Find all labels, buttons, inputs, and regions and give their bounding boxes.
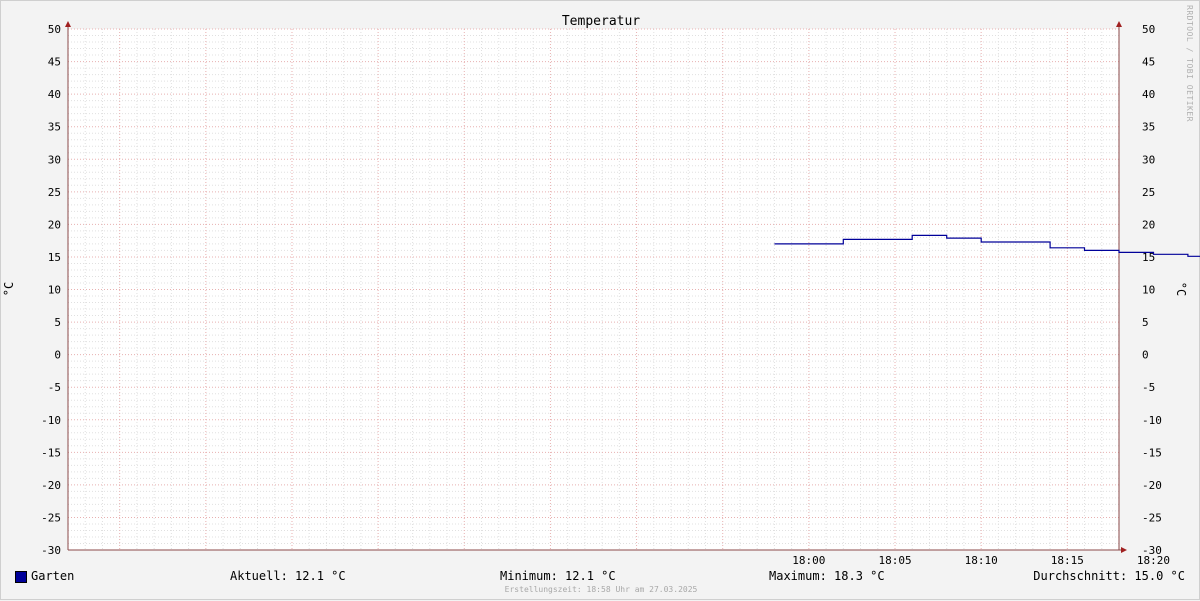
y-tick-label-left: -25	[41, 511, 61, 524]
x-tick-label: 18:10	[965, 554, 998, 567]
y-tick-label-right: 25	[1142, 186, 1155, 199]
y-axis-arrow-right	[1116, 21, 1122, 27]
y-axis-label-left: °C	[2, 282, 16, 296]
rrdtool-watermark: RRDTOOL / TOBI OETIKER	[1185, 5, 1194, 122]
y-tick-label-left: -20	[41, 479, 61, 492]
x-tick-label: 18:15	[1051, 554, 1084, 567]
y-tick-label-left: -10	[41, 414, 61, 427]
y-tick-label-left: -15	[41, 446, 61, 459]
y-tick-label-right: 50	[1142, 23, 1155, 36]
y-tick-label-left: -30	[41, 544, 61, 557]
y-tick-label-left: 25	[48, 186, 61, 199]
chart-title: Temperatur	[562, 14, 640, 29]
y-tick-label-left: 40	[48, 88, 61, 101]
legend-swatch-garten	[15, 571, 27, 583]
x-axis-arrow	[1121, 547, 1127, 553]
y-tick-label-left: 5	[54, 316, 61, 329]
y-tick-label-left: 30	[48, 153, 61, 166]
y-axis-arrow-left	[65, 21, 71, 27]
chart-window: 50 50 45 45 40 40 35 35 30 30 25 25 20 20 15 15 10 10 5 5 0 0…	[0, 0, 1200, 600]
y-axis-label-right: °C	[1174, 282, 1188, 296]
stat-minimum: Minimum: 12.1 °C	[500, 569, 616, 583]
y-tick-label-right: 30	[1142, 153, 1155, 166]
y-tick-label-right: 20	[1142, 218, 1155, 231]
stat-current: Aktuell: 12.1 °C	[230, 569, 346, 583]
y-tick-label-right: -5	[1142, 381, 1155, 394]
y-tick-label-right: 5	[1142, 316, 1149, 329]
legend-label-garten: Garten	[31, 569, 75, 583]
y-tick-label-left: 15	[48, 251, 61, 264]
y-tick-label-right: 40	[1142, 88, 1155, 101]
y-tick-label-left: 35	[48, 121, 61, 134]
stat-maximum: Maximum: 18.3 °C	[769, 569, 885, 583]
stat-average: Durchschnitt: 15.0 °C	[1033, 569, 1185, 583]
y-tick-label-right: -10	[1142, 414, 1162, 427]
y-tick-label-left: 10	[48, 284, 61, 297]
y-tick-label-right: -15	[1142, 446, 1162, 459]
y-tick-label-right: -25	[1142, 511, 1162, 524]
temperature-chart: 50 5045 4540 4035 3530 3025 2520 2015 1510 105 50 0…	[2, 14, 1200, 567]
y-tick-label-left: 20	[48, 218, 61, 231]
y-tick-label-right: 0	[1142, 349, 1149, 362]
y-tick-label-right: 35	[1142, 121, 1155, 134]
y-tick-label-right: 45	[1142, 56, 1155, 69]
creation-timestamp: Erstellungszeit: 18:58 Uhr am 27.03.2025	[504, 585, 698, 594]
x-tick-label: 18:20	[1137, 554, 1170, 567]
x-tick-label: 18:05	[878, 554, 911, 567]
y-tick-label-left: -5	[48, 381, 61, 394]
y-tick-label-right: 10	[1142, 284, 1155, 297]
y-tick-label-left: 45	[48, 56, 61, 69]
y-tick-label-left: 0	[54, 349, 61, 362]
y-tick-label-left: 50	[48, 23, 61, 36]
x-tick-label: 18:00	[792, 554, 825, 567]
y-tick-label-right: -20	[1142, 479, 1162, 492]
